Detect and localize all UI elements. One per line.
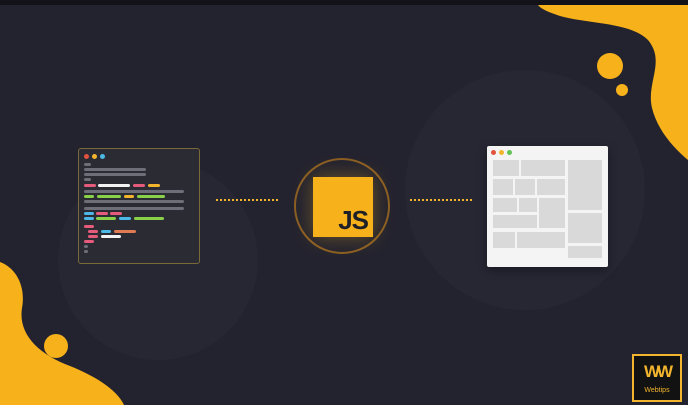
code-line (84, 207, 184, 210)
code-line (101, 235, 121, 238)
minimize-dot (92, 154, 97, 159)
layout-block (517, 232, 565, 248)
layout-block (568, 246, 602, 258)
code-line (84, 168, 146, 171)
code-line (84, 190, 184, 193)
js-label: JS (338, 205, 369, 235)
code-line (97, 195, 121, 198)
code-line (96, 217, 116, 220)
code-line (84, 240, 94, 243)
maximize-dot (100, 154, 105, 159)
layout-block (568, 160, 602, 210)
code-line (84, 250, 88, 253)
layout-block (537, 179, 565, 195)
code-line (84, 212, 94, 215)
layout-block (493, 215, 537, 228)
javascript-icon: JS (313, 177, 373, 237)
code-line (84, 163, 91, 166)
minimize-dot (499, 150, 504, 155)
code-line (84, 200, 184, 203)
code-line (84, 184, 96, 187)
layout-block (493, 232, 515, 248)
webtips-logo: WW Webtips (632, 354, 682, 402)
code-line (88, 230, 98, 233)
code-line (84, 195, 94, 198)
layout-block (519, 198, 537, 212)
logo-mark: WW (643, 362, 673, 381)
maximize-dot (507, 150, 512, 155)
layout-block (493, 160, 519, 176)
code-line (124, 195, 134, 198)
code-line (119, 217, 131, 220)
code-line (84, 245, 88, 248)
connector-dotted-line-right (410, 199, 472, 201)
code-line (101, 230, 111, 233)
close-dot (491, 150, 496, 155)
code-line (148, 184, 160, 187)
code-line (98, 184, 130, 187)
close-dot (84, 154, 89, 159)
code-line (88, 235, 98, 238)
layout-block (521, 160, 565, 176)
code-editor-icon (78, 148, 200, 264)
code-line (137, 195, 165, 198)
connector-dotted-line-left (216, 199, 278, 201)
browser-layout-icon (487, 146, 608, 267)
layout-block (493, 198, 517, 212)
code-line (134, 217, 164, 220)
code-line (84, 173, 146, 176)
layout-block (493, 179, 513, 195)
layout-block (568, 213, 602, 243)
code-line (114, 230, 136, 233)
code-line (84, 225, 94, 228)
layout-block (539, 198, 565, 228)
layout-block (515, 179, 535, 195)
logo-text: Webtips (644, 387, 670, 394)
code-line (96, 212, 108, 215)
code-line (84, 217, 94, 220)
code-line (133, 184, 145, 187)
code-line (110, 212, 122, 215)
code-line (84, 178, 91, 181)
